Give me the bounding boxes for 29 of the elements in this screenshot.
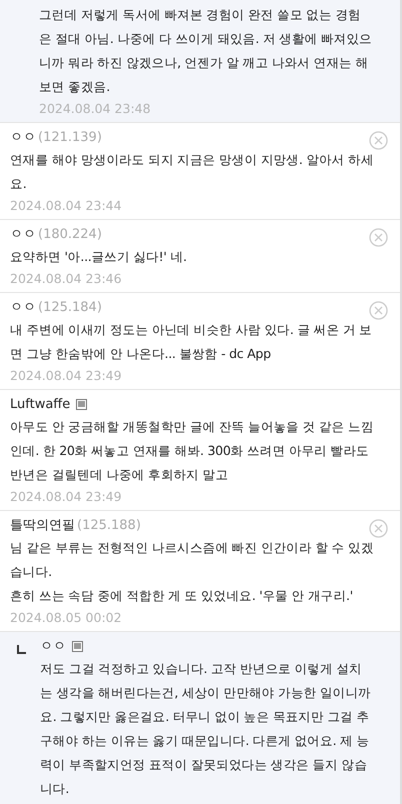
author-name[interactable]: ㅇㅇ — [10, 128, 36, 146]
comment-date: 2024.08.04 23:46 — [10, 270, 123, 288]
comment-date: 2024.08.04 23:49 — [10, 488, 123, 506]
comment-text: 그런데 저렇게 독서에 빠져본 경험이 완전 쓸모 없는 경험은 절대 아님. 나중에 다 쓰이게 돼있음. 저 생활에 빠져있으니까 뭐라 하진 않겠으나, 언젠가 알 깨고 나와서 연재는 해보면 좋겠음. — [39, 6, 372, 96]
comment-text: 연재를 해야 망생이라도 되지 지금은 망생이 지망생. 알아서 하세요. — [10, 151, 375, 193]
ip-address: (121.139) — [38, 130, 102, 144]
author-name[interactable]: 틀딱의연필 — [10, 516, 75, 534]
comment-date: 2024.08.04 23:44 — [10, 197, 123, 215]
comment-text: 님 같은 부류는 전형적인 나르시스즘에 빠진 인간이라 할 수 있겠습니다. — [10, 539, 375, 581]
author-name[interactable]: ㅇㅇ — [10, 225, 36, 243]
author-name[interactable]: ㅇㅇ — [40, 637, 66, 655]
comment-text: 저도 그걸 걱정하고 있습니다. 고작 반년으로 이렇게 설치는 생각을 해버린다는건, 세상이 만만해야 가능한 일이니까요. 그렇지만 옳은걸요. 터무니 없이 높은 목표지만 그걸 추구해야 하는 이유는 옳기 때문입니다. 다른게 없어요. 제 능력이 부족할지언정 표적이 잘못되었다는 생각은 들지 않습니다. — [40, 660, 372, 798]
ip-address: (125.184) — [38, 300, 102, 314]
delete-icon[interactable] — [369, 301, 388, 320]
comment-date: 2024.08.05 00:02 — [10, 609, 123, 627]
delete-icon[interactable] — [369, 519, 388, 538]
comment-text: 요약하면 '아...글쓰기 싫다!' 네. — [10, 248, 188, 266]
ip-address: (125.188) — [77, 518, 141, 532]
comment-text: 아무도 안 궁금해할 개똥철학만 글에 잔뜩 늘어놓을 것 같은 느낌인데. 한 20화 써놓고 연재를 해봐. 300화 쓰려면 아무리 빨라도 반년은 걸릴텐데 나중에 후회하지 말고 — [10, 418, 375, 484]
author-name[interactable]: ㅇㅇ — [10, 298, 36, 316]
comment-text: 흔히 쓰는 속담 중에 적합한 게 또 있었네요. '우물 안 개구리.' — [10, 587, 354, 605]
comment-text: 내 주변에 이새끼 정도는 아닌데 비슷한 사람 있다. 글 써온 거 보면 그냥 한숨밖에 안 나온다... 불쌍함 - dc App — [10, 321, 373, 363]
reply-icon — [17, 644, 26, 654]
comment-date: 2024.08.04 23:49 — [10, 367, 123, 385]
delete-icon[interactable] — [369, 131, 388, 150]
comment-date: 2024.08.04 23:48 — [39, 100, 152, 118]
ip-address: (180.224) — [38, 226, 102, 242]
delete-icon[interactable] — [369, 228, 388, 247]
author-name[interactable]: Luftwaffe — [10, 396, 70, 412]
